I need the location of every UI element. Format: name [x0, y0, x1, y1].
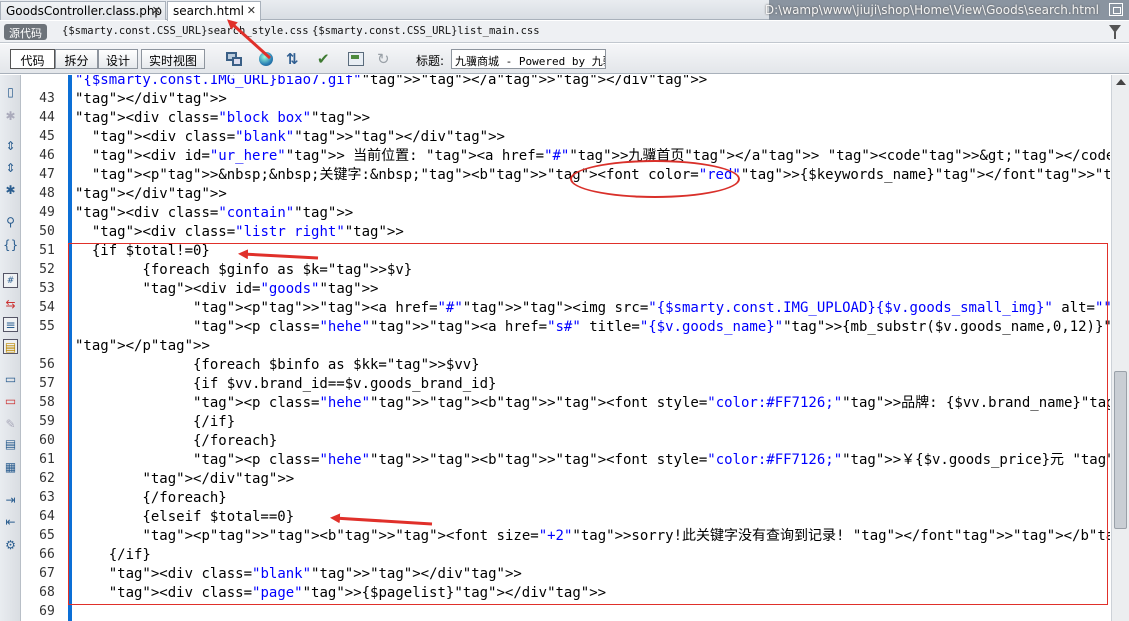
code-line-text: "{$smarty.const.IMG_URL}biao7.gif""tag">… — [75, 75, 708, 88]
code-line[interactable]: "{$smarty.const.IMG_URL}biao7.gif""tag">… — [75, 75, 707, 90]
line-number: 65 — [39, 528, 55, 543]
split-view-button[interactable]: 拆分 — [55, 49, 98, 69]
wrap-tag-icon[interactable]: ✎ — [3, 417, 18, 432]
code-line-text: "tag"><div class="listr right""tag">> — [91, 224, 404, 240]
expand-all-icon[interactable]: ✱ — [3, 183, 18, 198]
line-number: 67 — [39, 566, 55, 581]
code-line[interactable]: "tag"></div"tag">> — [75, 185, 227, 204]
refresh-icon[interactable]: ↻ — [377, 50, 395, 68]
line-number: 54 — [39, 300, 55, 315]
related-files-bar: 源代码 {$smarty.const.CSS_URL}search_style.… — [0, 21, 1129, 43]
related-file-list-main[interactable]: {$smarty.const.CSS_URL}list_main.css — [312, 25, 540, 37]
collapse-selection-icon[interactable]: ⇕ — [3, 161, 18, 176]
tab-goodscontroller[interactable]: GoodsController.class.php ✕ — [0, 1, 166, 20]
line-number: 68 — [39, 585, 55, 600]
line-number: 45 — [39, 129, 55, 144]
open-documents-icon[interactable]: ▯ — [3, 85, 18, 100]
line-number: 53 — [39, 281, 55, 296]
line-number: 57 — [39, 376, 55, 391]
line-number: 61 — [39, 452, 55, 467]
close-icon[interactable]: ✕ — [152, 4, 161, 17]
line-numbers-icon[interactable]: # — [3, 273, 18, 288]
outdent-code-icon[interactable]: ⇤ — [3, 515, 18, 530]
code-line-text: "tag"><div class="contain""tag">> — [75, 205, 354, 221]
line-number: 46 — [39, 148, 55, 163]
line-number: 51 — [39, 243, 55, 258]
code-line-text: "tag"><div id="ur_here""tag">> 当前位置: "ta… — [91, 148, 1110, 164]
line-number: 52 — [39, 262, 55, 277]
code-line[interactable]: "tag"></div"tag">> — [75, 90, 227, 109]
file-path: D:\wamp\www\jiuji\shop\Home\View\Goods\s… — [764, 3, 1099, 17]
move-css-icon[interactable]: ▦ — [3, 460, 18, 475]
recent-snippets-icon[interactable]: ▤ — [3, 437, 18, 452]
word-wrap-icon[interactable]: ≡ — [3, 317, 18, 332]
source-code-button[interactable]: 源代码 — [4, 24, 47, 40]
line-number: 47 — [39, 167, 55, 182]
file-path-area: D:\wamp\www\jiuji\shop\Home\View\Goods\s… — [765, 0, 1129, 20]
live-view-button[interactable]: 实时视图 — [141, 49, 205, 69]
line-number: 63 — [39, 490, 55, 505]
preview-browser-icon[interactable] — [257, 50, 275, 68]
tab-label: GoodsController.class.php — [6, 4, 163, 18]
show-code-navigator-icon[interactable]: ✱ — [3, 109, 18, 124]
code-line-text: "tag"><div class="blank""tag">>"tag"></d… — [91, 129, 505, 145]
line-number: 50 — [39, 224, 55, 239]
line-number-gutter: 43 44 45 46 47 48 49 50 51 52 53 54 55 56 57 58 59 60 61 62… — [22, 75, 72, 621]
line-number: 43 — [39, 91, 55, 106]
line-number: 58 — [39, 395, 55, 410]
code-line-text: "tag"><div class="block box""tag">> — [75, 110, 371, 126]
code-line[interactable]: "tag"><div id="ur_here""tag">> 当前位置: "ta… — [75, 147, 1110, 166]
code-line-text: "tag"></div"tag">> — [75, 186, 227, 202]
line-number: 44 — [39, 110, 55, 125]
tab-label: search.html — [173, 4, 245, 18]
line-number: 62 — [39, 471, 55, 486]
line-number: 49 — [39, 205, 55, 220]
line-number: 55 — [39, 319, 55, 334]
highlight-invalid-code-icon[interactable]: ⇆ — [3, 297, 18, 312]
annotation-keyword-ellipse — [570, 160, 740, 198]
coding-toolbar: ▯ ✱ ⇕ ⇕ ✱ ⚲ {} # ⇆ ≡ ▤ ▭ ▭ ✎ ▤ ▦ ⇥ ⇤ ⚙ — [0, 75, 21, 621]
scroll-up-icon[interactable] — [1116, 79, 1126, 85]
file-transfer-icon[interactable]: ⇅ — [286, 50, 304, 68]
code-line[interactable]: "tag"><div class="block box""tag">> — [75, 109, 370, 128]
line-number: 56 — [39, 357, 55, 372]
line-number: 59 — [39, 414, 55, 429]
code-line[interactable]: "tag"><div class="listr right""tag">> — [75, 223, 404, 242]
collapse-full-tag-icon[interactable]: ⇕ — [3, 139, 18, 154]
document-tab-bar: GoodsController.class.php ✕ search.html … — [0, 0, 1129, 21]
balance-braces-icon[interactable]: {} — [3, 238, 18, 253]
document-title-input[interactable]: 九骥商城 - Powered by 九骥 — [451, 49, 606, 69]
line-number: 64 — [39, 509, 55, 524]
syntax-coloring-icon[interactable]: ▤ — [3, 339, 18, 354]
code-line[interactable]: "tag"><div class="blank""tag">>"tag"></d… — [75, 128, 505, 147]
multiscreen-icon[interactable] — [225, 50, 243, 68]
line-number: 66 — [39, 547, 55, 562]
title-label: 标题: — [416, 54, 445, 68]
visual-aids-icon[interactable] — [347, 50, 365, 68]
code-view-button[interactable]: 代码 — [10, 49, 55, 69]
tab-search-html[interactable]: search.html ✕ — [167, 1, 261, 21]
apply-comment-icon[interactable]: ▭ — [3, 372, 18, 387]
indent-code-icon[interactable]: ⇥ — [3, 493, 18, 508]
annotation-highlight-box — [68, 243, 1108, 605]
design-view-button[interactable]: 设计 — [98, 49, 138, 69]
remove-comment-icon[interactable]: ▭ — [3, 394, 18, 409]
related-file-search-style[interactable]: {$smarty.const.CSS_URL}search_style.css — [62, 25, 309, 37]
line-number: 48 — [39, 186, 55, 201]
filter-icon[interactable] — [1109, 25, 1121, 39]
close-icon[interactable]: ✕ — [247, 4, 256, 17]
format-source-icon[interactable]: ⚙ — [3, 538, 18, 553]
line-number: 60 — [39, 433, 55, 448]
select-parent-tag-icon[interactable]: ⚲ — [3, 215, 18, 230]
document-toolbar: 代码 拆分 设计 实时视图 ⇅ ✔ ↻ 标题: 九骥商城 - Powered b… — [0, 44, 1129, 74]
w3c-validation-icon[interactable]: ✔ — [317, 50, 335, 68]
scrollbar-thumb[interactable] — [1114, 371, 1127, 529]
line-number: 69 — [39, 604, 55, 619]
code-line[interactable]: "tag"><div class="contain""tag">> — [75, 204, 353, 223]
code-line-text: "tag"></div"tag">> — [75, 91, 227, 107]
restore-window-icon[interactable] — [1109, 3, 1123, 16]
vertical-scrollbar[interactable] — [1111, 75, 1129, 621]
